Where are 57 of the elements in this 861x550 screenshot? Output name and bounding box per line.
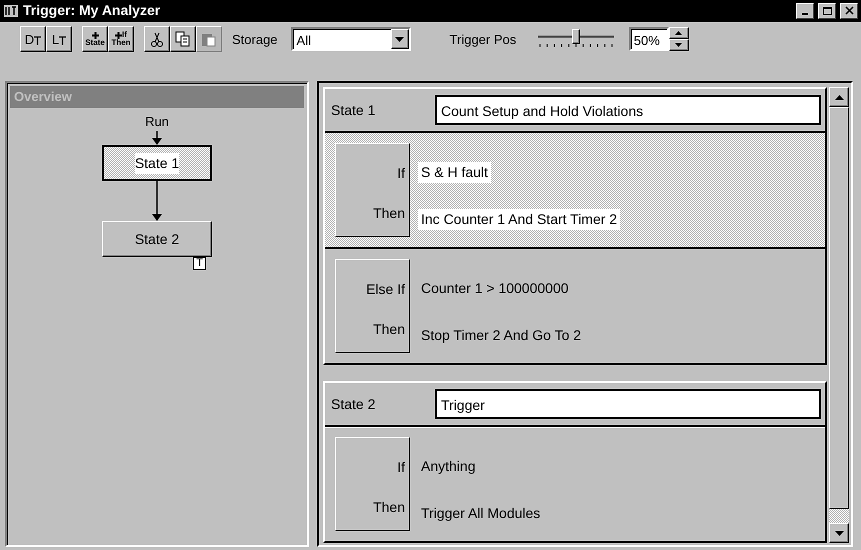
percent-field[interactable]: 50% [628,27,669,52]
keyword-button[interactable]: Then [336,306,409,352]
paste-icon [201,31,217,48]
state-node[interactable]: State 1 [102,145,212,181]
clause-text[interactable]: Anything [418,456,478,477]
down-arrow-icon [675,43,682,48]
copy-button[interactable] [170,26,196,52]
clause-text[interactable]: Stop Timer 2 And Go To 2 [418,325,584,346]
clause-text[interactable]: Counter 1 > 100000000 [418,278,572,299]
clause-text[interactable]: Trigger All Modules [418,503,544,524]
trigger-button[interactable]: D [20,26,46,52]
copy-icon [175,31,191,48]
state-node[interactable]: State 2 [102,221,212,257]
start-label: Run [145,112,169,130]
scroll-up-button[interactable] [829,87,849,107]
branch-panel[interactable]: If Then S & H fault Inc Counter 1 And Start Timer 2 [325,133,825,249]
keyword-button[interactable]: Then [336,190,409,236]
trigger-pos-label: Trigger Pos [450,30,516,49]
keyword-button[interactable]: If [336,144,409,190]
up-arrow-icon [834,94,844,100]
cut-button[interactable] [144,26,170,52]
cut-icon [149,31,165,48]
branch-panel[interactable]: Else If Then Counter 1 > 100000000 Stop Timer 2 And Go To 2 [325,249,825,363]
clause-text[interactable]: Inc Counter 1 And Start Timer 2 [418,209,620,230]
spin-down-button[interactable] [668,39,689,52]
slider-thumb[interactable] [572,29,580,44]
state-name-field[interactable]: Trigger [435,389,821,419]
flow-arrow [152,181,162,221]
storage-label: Storage [232,30,278,49]
spin-up-button[interactable] [668,27,689,40]
close-button[interactable] [840,2,858,19]
window-title: Trigger: My Analyzer [23,1,162,20]
maximize-icon [822,6,832,16]
storage-dropdown[interactable]: All [290,27,411,52]
state-label: State 2 [331,394,376,414]
caret-icon [395,36,404,42]
overview-header: Overview [10,86,304,108]
minimize-icon [802,12,808,15]
add-button[interactable]: State [82,26,108,52]
trigger-badge: T [193,257,206,270]
scroll-down-button[interactable] [829,523,849,543]
up-arrow-icon [675,31,682,36]
close-icon [844,6,854,16]
trigger-button[interactable]: L [46,26,72,52]
state-name-field[interactable]: Count Setup and Hold Violations [435,95,821,125]
minimize-button[interactable] [796,2,814,19]
clause-text[interactable]: S & H fault [418,162,491,183]
branch-panel[interactable]: If Then Anything Trigger All Modules [325,427,825,541]
app-icon [3,2,19,19]
keyword-button[interactable]: Then [336,484,409,530]
flow-arrow [152,131,162,145]
state-label: State 1 [331,100,376,120]
add-button[interactable]: If Then [108,26,134,52]
plus-icon [115,32,122,39]
plus-icon [92,32,98,39]
down-arrow-icon [834,530,844,536]
maximize-button[interactable] [818,2,836,19]
